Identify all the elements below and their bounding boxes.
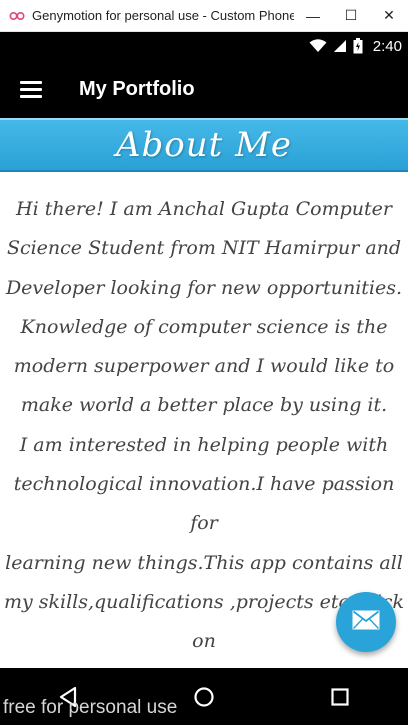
battery-icon — [353, 38, 363, 54]
wifi-icon — [309, 39, 327, 53]
menu-icon[interactable] — [20, 80, 42, 98]
about-title: About Me — [115, 125, 293, 165]
window-title: Genymotion for personal use - Custom Pho… — [32, 8, 294, 23]
app-bar: My Portfolio — [0, 60, 408, 118]
recents-icon[interactable] — [310, 677, 370, 717]
signal-icon — [333, 39, 347, 53]
app-title: My Portfolio — [79, 77, 195, 100]
status-bar: 2:40 — [0, 32, 408, 60]
home-icon[interactable] — [174, 677, 234, 717]
minimize-button[interactable]: — — [294, 0, 332, 32]
maximize-button[interactable]: ☐ — [332, 0, 370, 32]
about-content: Hi there! I am Anchal Gupta Computer Sci… — [0, 190, 408, 668]
status-time: 2:40 — [372, 37, 402, 55]
about-banner: About Me — [0, 118, 408, 172]
genymotion-logo-icon — [8, 10, 26, 22]
watermark: free for personal use — [3, 697, 178, 718]
close-button[interactable]: ✕ — [370, 0, 408, 32]
email-icon — [352, 610, 380, 635]
emulator-title-bar: Genymotion for personal use - Custom Pho… — [0, 0, 408, 32]
about-text: Hi there! I am Anchal Gupta Computer Sci… — [3, 198, 404, 653]
email-fab-button[interactable] — [336, 592, 396, 652]
